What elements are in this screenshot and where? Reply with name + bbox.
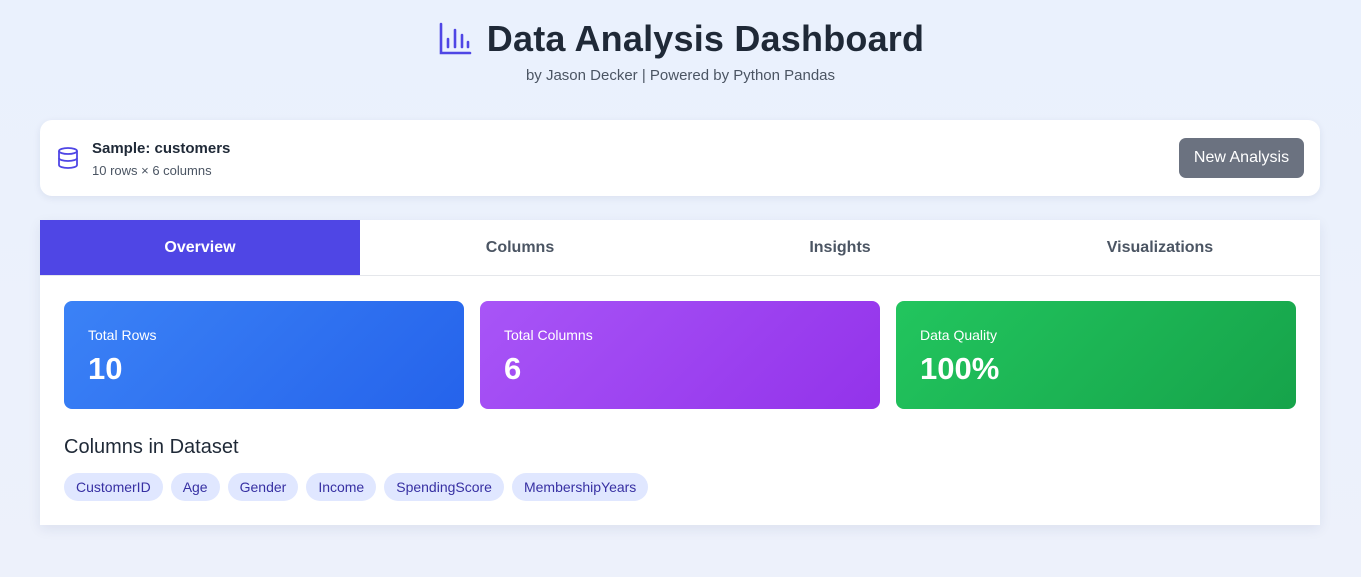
sample-meta: 10 rows × 6 columns (92, 163, 212, 178)
sample-name: Sample: customers (92, 140, 231, 157)
page-header: Data Analysis Dashboard (0, 18, 1361, 60)
page-subtitle: by Jason Decker | Powered by Python Pand… (525, 67, 836, 84)
column-chip[interactable]: MembershipYears (511, 473, 649, 501)
tab-overview[interactable]: Overview (40, 220, 360, 275)
column-chip[interactable]: CustomerID (64, 473, 163, 501)
column-chip[interactable]: SpendingScore (384, 473, 504, 501)
stat-value: 6 (504, 351, 522, 386)
column-chip[interactable]: Age (170, 473, 220, 501)
bar-chart-icon (439, 22, 472, 55)
tab-bar: Overview Columns Insights Visualizations (40, 220, 1320, 276)
sample-card (40, 120, 1320, 196)
stat-value: 100% (920, 351, 1000, 386)
columns-heading: Columns in Dataset (64, 436, 239, 458)
stat-label: Total Rows (88, 327, 157, 343)
tab-visualizations[interactable]: Visualizations (1000, 220, 1320, 275)
stat-label: Data Quality (920, 327, 998, 343)
stat-card-data-quality: Data Quality 100% (896, 301, 1296, 409)
stat-label: Total Columns (504, 327, 593, 343)
new-analysis-button[interactable]: New Analysis (1179, 138, 1304, 178)
column-chip[interactable]: Income (306, 473, 377, 501)
stat-card-total-rows: Total Rows 10 (64, 301, 464, 409)
database-icon (58, 147, 78, 169)
stat-card-total-columns: Total Columns 6 (480, 301, 880, 409)
tab-insights[interactable]: Insights (680, 220, 1000, 275)
tab-columns[interactable]: Columns (360, 220, 680, 275)
stat-value: 10 (88, 351, 123, 386)
column-chip-list: CustomerID Age Gender Income SpendingSco… (64, 473, 649, 501)
page-title: Data Analysis Dashboard (486, 18, 925, 59)
column-chip[interactable]: Gender (227, 473, 299, 501)
